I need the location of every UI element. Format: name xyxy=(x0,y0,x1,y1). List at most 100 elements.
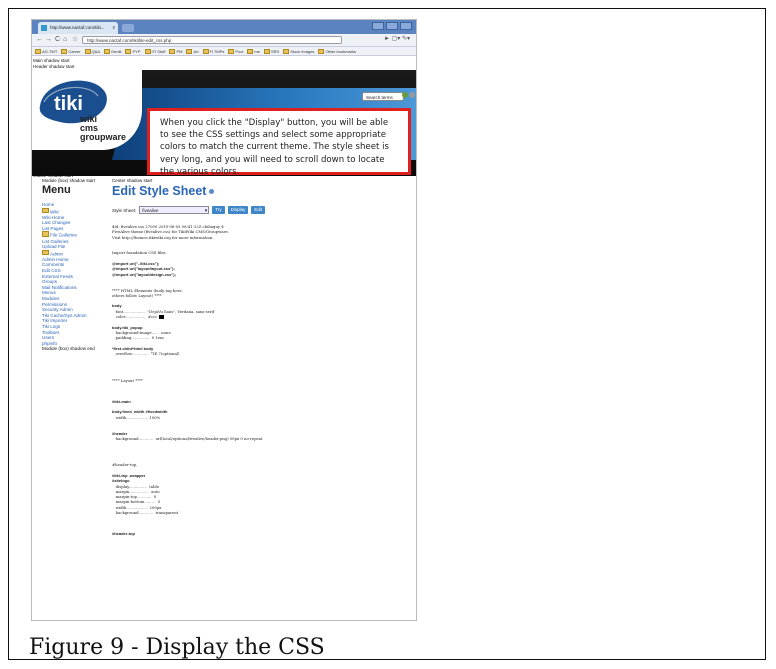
css-line-text: #header-top, xyxy=(112,462,138,468)
folder-icon xyxy=(144,48,151,54)
reload-icon[interactable]: C xyxy=(55,35,60,45)
bookmark-item[interactable]: Genlit xyxy=(104,47,121,55)
bookmark-item[interactable]: me xyxy=(247,47,260,55)
page-title-text: Edit Style Sheet xyxy=(112,184,207,198)
search-input[interactable]: Search terms xyxy=(362,92,404,101)
bookmark-label: Art xyxy=(193,48,199,54)
bookmark-label: Stock Images xyxy=(290,48,315,54)
bookmark-item[interactable]: Other bookmarks xyxy=(318,47,356,55)
figure-caption: Figure 9 - Display the CSS xyxy=(29,635,325,660)
css-line-text: #tiki-top .wrapper xyxy=(112,472,146,478)
new-tab-button[interactable] xyxy=(122,24,134,32)
css-line-text: font.................. "DejaVu Sans", Ve… xyxy=(112,308,215,314)
bookmark-label: Other bookmarks xyxy=(325,48,357,54)
search-go-icon[interactable] xyxy=(402,92,408,98)
folder-icon xyxy=(186,48,193,54)
browser-tab-bar: http://www.nactaf.com/tiki... x xyxy=(32,20,416,34)
logo-groupware-text: groupware xyxy=(80,132,126,142)
folder-icon xyxy=(35,48,41,54)
bookmarks-bar: AG-TMT Career Q&A Genlit PYP ITI Stuff PM Art Fi… xyxy=(32,47,416,56)
color-swatch-icon[interactable] xyxy=(159,315,165,320)
css-line-text: @import url("layout/layout.css"); xyxy=(112,266,175,272)
bookmark-label: SRS xyxy=(270,48,280,54)
center-shadow-start: Center shadow start xyxy=(112,178,153,183)
home-icon[interactable]: ⌂ xyxy=(63,35,67,45)
menu-title: Menu xyxy=(42,184,71,196)
browser-toolbar: ← → C ⌂ ☆ http://www.nactaf.com/tiki/tik… xyxy=(32,34,416,47)
css-line-text: background............ url(local/options… xyxy=(112,435,263,441)
page-title: Edit Style Sheet xyxy=(112,184,412,198)
bookmark-item[interactable]: AG-TMT xyxy=(35,47,57,55)
bookmark-item[interactable]: SRS xyxy=(263,47,280,55)
sidebar-menu: Menu Home Wiki Wiki Home Last Changes List P… xyxy=(42,184,112,352)
css-line-text: #sitelogo xyxy=(112,478,130,484)
folder-icon xyxy=(247,48,254,54)
menu-item: Module (box) shadow end xyxy=(42,346,95,352)
css-line-text: @import url("../tiki.css"); xyxy=(112,261,160,267)
forward-icon[interactable]: → xyxy=(45,35,52,45)
display-button[interactable]: Display xyxy=(227,206,249,214)
bookmark-item[interactable]: Career xyxy=(61,47,81,55)
main-shadow-start: Main shadow start xyxy=(33,58,70,63)
bookmark-label: Genlit xyxy=(111,48,122,54)
bookmark-label: AG-TMT xyxy=(42,48,58,54)
bookmark-item[interactable]: PYP xyxy=(125,47,141,55)
bookmark-item[interactable]: Pool xyxy=(228,47,243,55)
toolbar-menu-icons[interactable]: ► ▢▾ ✎▾ xyxy=(384,35,410,42)
css-line-text: #header-top xyxy=(112,531,135,537)
bookmark-item[interactable]: PM xyxy=(169,47,182,55)
help-icon[interactable] xyxy=(209,189,215,195)
bookmark-label: me xyxy=(254,48,260,54)
css-line-text: width................. 100% xyxy=(112,414,161,420)
bookmark-item[interactable]: Q&A xyxy=(84,47,100,55)
style-sheet-select[interactable]: fivealive xyxy=(139,206,210,215)
edit-icon[interactable] xyxy=(409,92,415,98)
css-line-text: $Id: fivealive.css 27000 2010-06-05 06:4… xyxy=(112,224,224,229)
css-line-text: #tiki-main xyxy=(112,398,131,404)
css-line-text: *first-child+html body xyxy=(112,345,154,351)
try-button[interactable]: Try xyxy=(212,206,225,214)
css-line-text: margin................ auto xyxy=(112,488,160,494)
bookmark-label: Fi TMPs xyxy=(209,48,225,54)
bookmark-item[interactable]: Fi TMPs xyxy=(202,47,225,55)
browser-tab[interactable]: http://www.nactaf.com/tiki... x xyxy=(38,22,118,34)
css-line-text: overflow.............. *IE 7(optional) xyxy=(112,351,180,357)
css-line-text: #header xyxy=(112,430,128,436)
folder-icon xyxy=(125,48,132,54)
favicon-icon xyxy=(41,25,47,31)
callout-annotation: When you click the "Display" button, you… xyxy=(147,108,411,177)
css-line-text: Import foundation CSS files. xyxy=(112,250,167,256)
bookmark-label: PM xyxy=(176,48,183,54)
css-line-text: **** Layout **** xyxy=(112,377,143,383)
folder-icon xyxy=(169,48,176,54)
css-line-text: body.tiki_popup xyxy=(112,324,143,330)
header-shadow-start: Header shadow start xyxy=(33,64,75,69)
menu-item[interactable]: File Galleries xyxy=(42,231,112,238)
bookmark-item[interactable]: Art xyxy=(186,47,199,55)
css-line-text: **** HTML Elements (body tag here, xyxy=(112,287,183,293)
css-line-text: background-image...... none xyxy=(112,329,171,335)
bookmark-item[interactable]: Stock Images xyxy=(283,47,314,55)
edit-button[interactable]: Edit xyxy=(251,206,266,214)
address-bar[interactable]: http://www.nactaf.com/tiki/tiki-edit_css… xyxy=(82,36,342,44)
figure-frame: http://www.nactaf.com/tiki... x ← → C ⌂ … xyxy=(8,8,766,660)
window-close-icon[interactable] xyxy=(400,22,412,30)
css-line-text: margin-bottom......... 0 xyxy=(112,499,161,505)
folder-icon xyxy=(84,48,91,54)
bookmark-star-icon[interactable]: ☆ xyxy=(72,35,78,45)
css-display: $Id: fivealive.css 27000 2010-06-05 06:4… xyxy=(112,224,412,537)
back-icon[interactable]: ← xyxy=(36,35,43,45)
css-line-text: display............... table xyxy=(112,483,159,489)
menu-item[interactable]: Admin xyxy=(42,250,112,257)
bookmark-label: ITI Stuff xyxy=(151,48,166,54)
folder-icon xyxy=(104,48,111,54)
folder-icon xyxy=(61,48,68,54)
folder-icon xyxy=(263,48,270,54)
style-sheet-form: Style Sheet: fivealive Try Display Edit xyxy=(112,206,266,215)
menu-item[interactable]: Wiki xyxy=(42,208,112,215)
maximize-icon[interactable] xyxy=(386,22,398,30)
close-icon[interactable]: x xyxy=(113,22,116,34)
css-line-text: FiveAlive theme (fivealive.css) for Tiki… xyxy=(112,229,229,235)
bookmark-item[interactable]: ITI Stuff xyxy=(144,47,166,55)
minimize-icon[interactable] xyxy=(372,22,384,30)
